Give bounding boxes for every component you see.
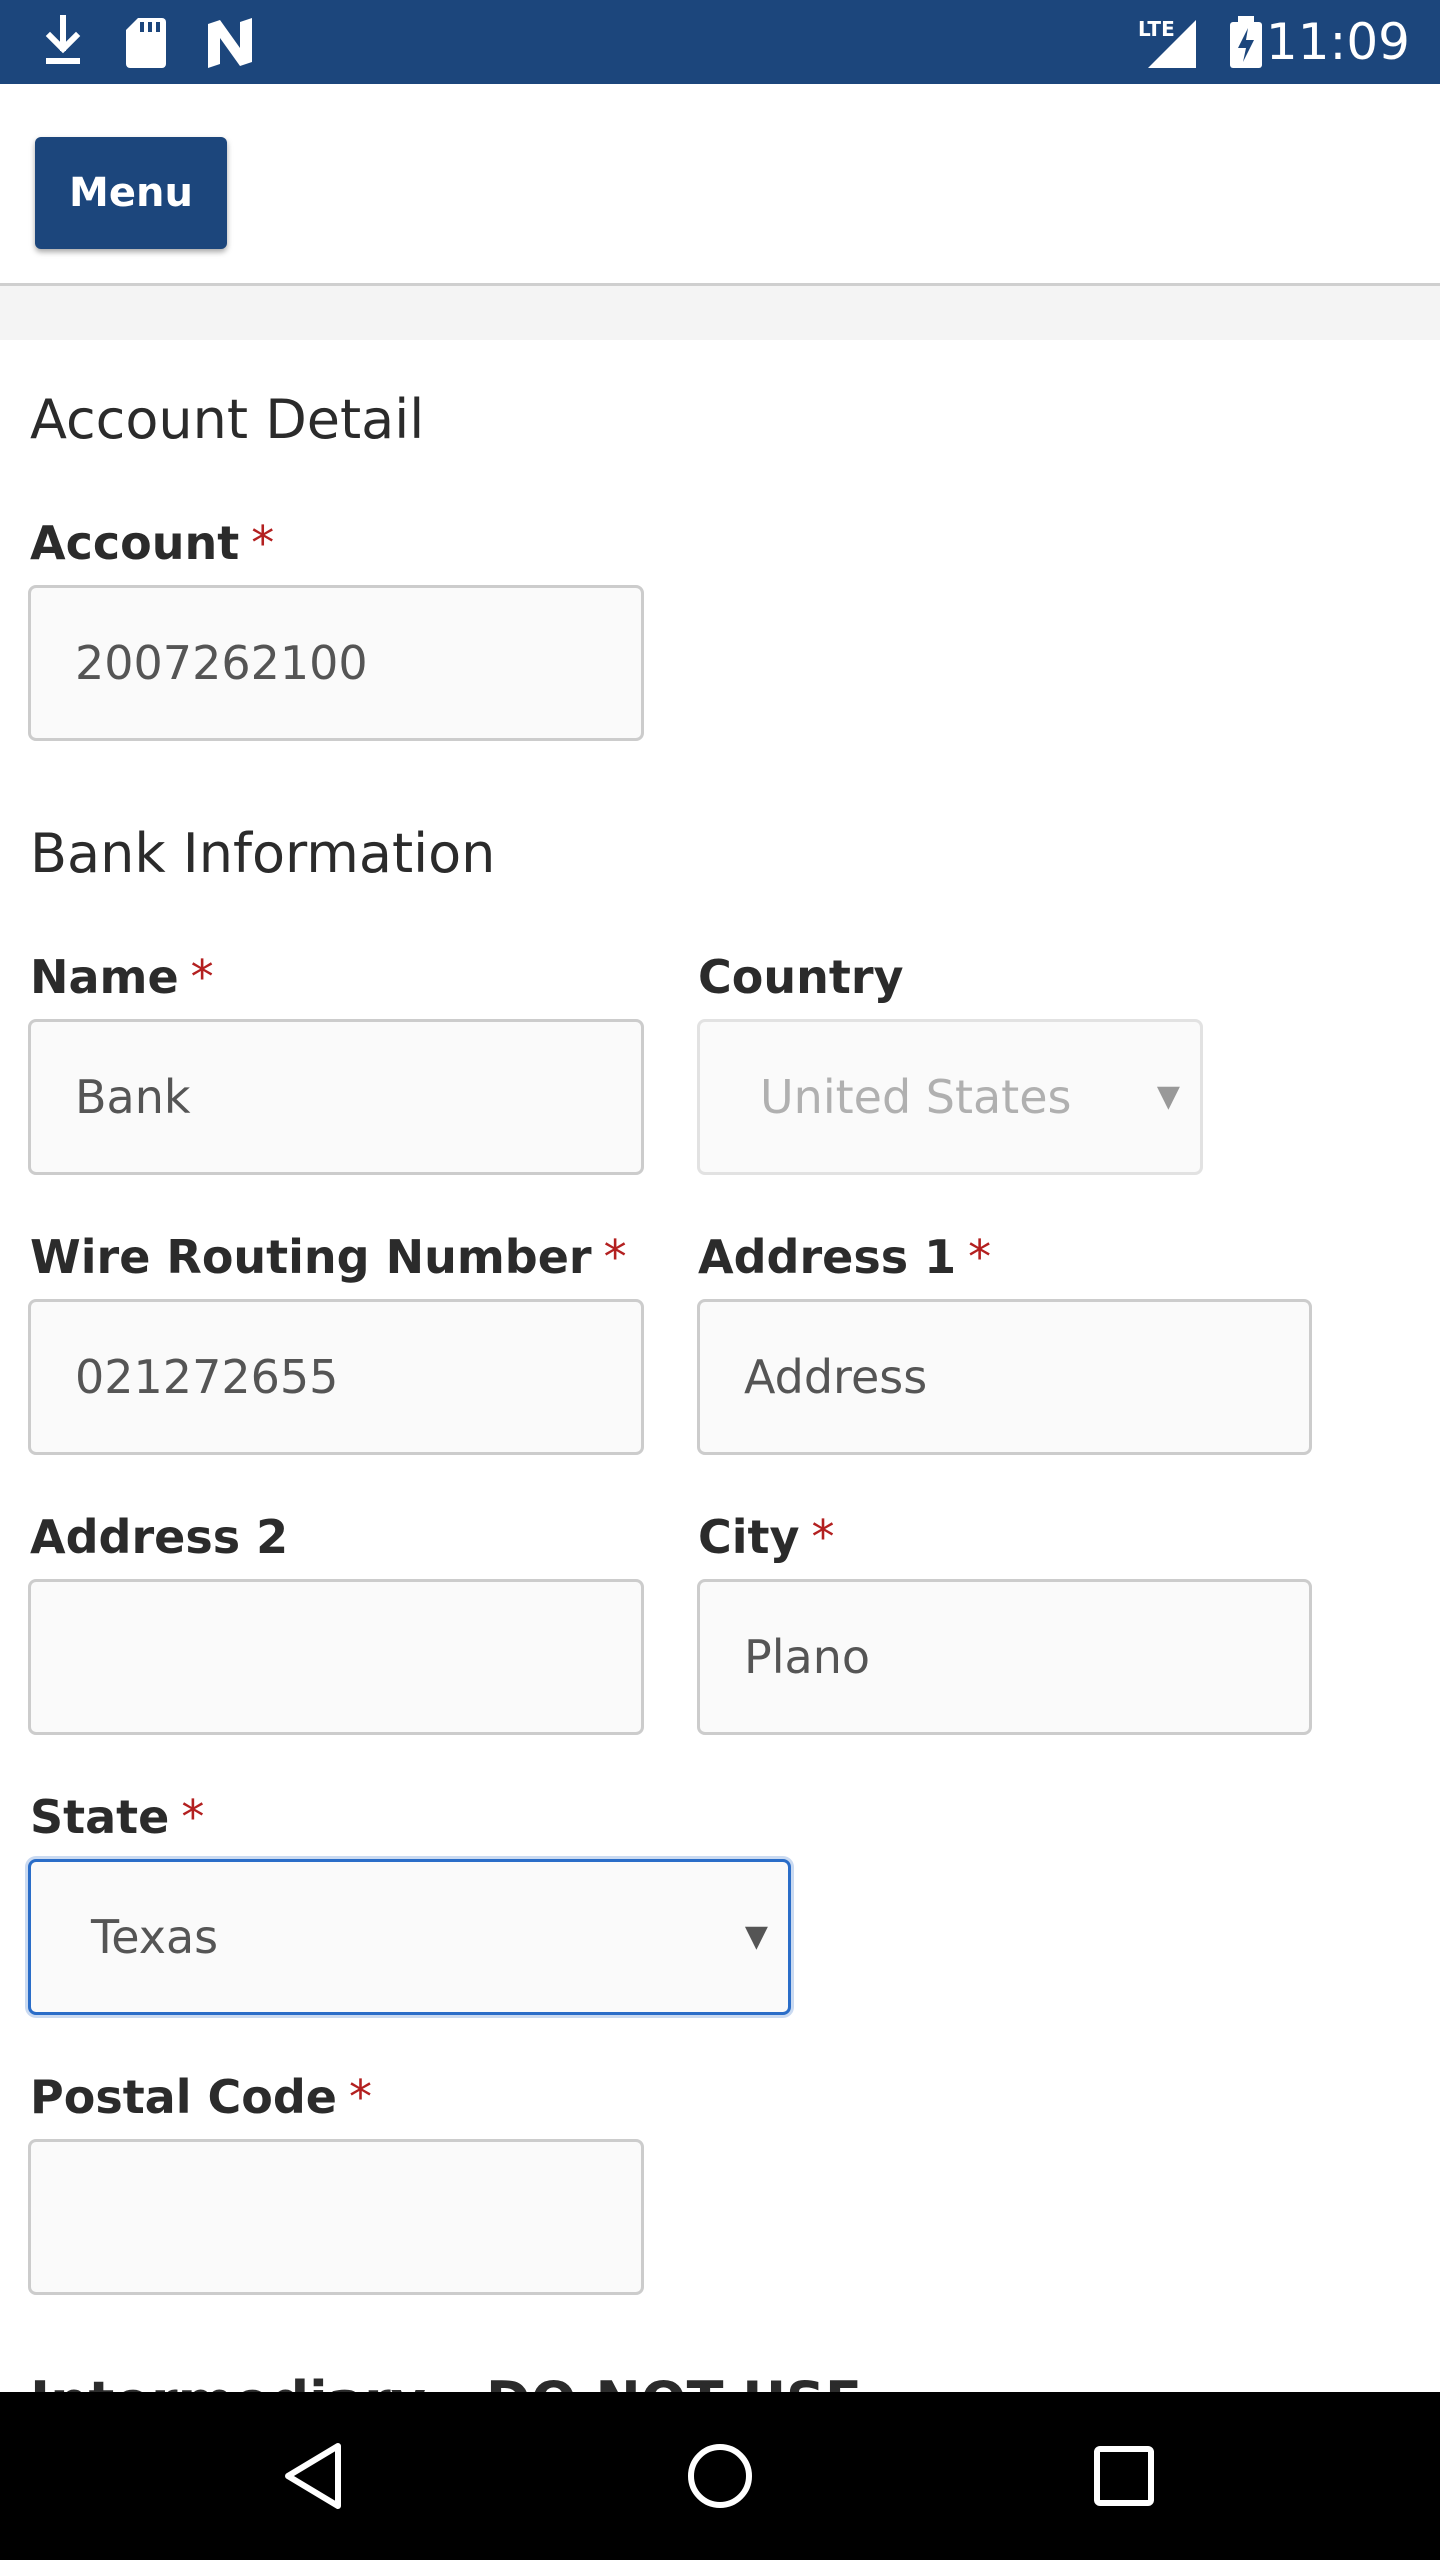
address2-input[interactable]: [28, 1579, 644, 1735]
lte-signal-icon: LTE: [1138, 17, 1196, 68]
country-select[interactable]: United States ▼: [697, 1019, 1203, 1175]
home-icon[interactable]: [680, 2436, 760, 2516]
account-label-text: Account: [30, 516, 240, 570]
navigation-bar: [0, 2392, 1440, 2560]
address2-label: Address 2: [30, 1510, 288, 1564]
download-icon: [45, 15, 81, 64]
address2-label-text: Address 2: [30, 1510, 289, 1564]
required-marker: *: [349, 2070, 372, 2124]
status-time: 11:09: [1265, 13, 1410, 71]
chevron-down-icon: ▼: [744, 1919, 768, 1954]
name-label: Name *: [30, 950, 214, 1004]
required-marker: *: [190, 950, 214, 1004]
state-label-text: State: [30, 1790, 170, 1844]
back-icon[interactable]: [276, 2436, 356, 2516]
address1-input[interactable]: [697, 1299, 1312, 1455]
required-marker: *: [811, 1510, 835, 1564]
routing-label: Wire Routing Number *: [30, 1230, 627, 1284]
bank-information-title: Bank Information: [30, 822, 496, 885]
state-select[interactable]: Texas ▼: [28, 1859, 791, 2015]
required-marker: *: [181, 1790, 205, 1844]
header: Menu: [0, 84, 1440, 284]
menu-button[interactable]: Menu: [35, 137, 227, 249]
address1-label: Address 1 *: [698, 1230, 991, 1284]
city-label-text: City: [698, 1510, 800, 1564]
country-label: Country: [698, 950, 904, 1004]
bank-name-input[interactable]: [28, 1019, 644, 1175]
lte-label: LTE: [1138, 17, 1175, 41]
n-logo-icon: [208, 18, 252, 68]
country-label-text: Country: [698, 950, 904, 1004]
state-select-value: Texas: [91, 1910, 219, 1964]
city-label: City *: [698, 1510, 835, 1564]
postal-code-input[interactable]: [28, 2139, 644, 2295]
account-detail-title: Account Detail: [30, 388, 425, 451]
account-label: Account *: [30, 516, 274, 570]
postal-code-label: Postal Code *: [30, 2070, 372, 2124]
city-input[interactable]: [697, 1579, 1312, 1735]
account-input[interactable]: [28, 585, 644, 741]
required-marker: *: [603, 1230, 627, 1284]
chevron-down-icon: ▼: [1156, 1079, 1180, 1114]
address1-label-text: Address 1: [698, 1230, 957, 1284]
name-label-text: Name: [30, 950, 179, 1004]
battery-charging-icon: [1230, 16, 1262, 68]
sd-card-icon: [126, 18, 166, 68]
state-label: State *: [30, 1790, 204, 1844]
recents-icon[interactable]: [1084, 2436, 1164, 2516]
routing-label-text: Wire Routing Number: [30, 1230, 592, 1284]
country-select-value: United States: [760, 1070, 1072, 1124]
required-marker: *: [251, 516, 275, 570]
required-marker: *: [968, 1230, 992, 1284]
header-spacer: [0, 286, 1440, 340]
routing-number-input[interactable]: [28, 1299, 644, 1455]
postal-code-label-text: Postal Code: [30, 2070, 337, 2124]
status-bar: LTE 11:09: [0, 0, 1440, 84]
